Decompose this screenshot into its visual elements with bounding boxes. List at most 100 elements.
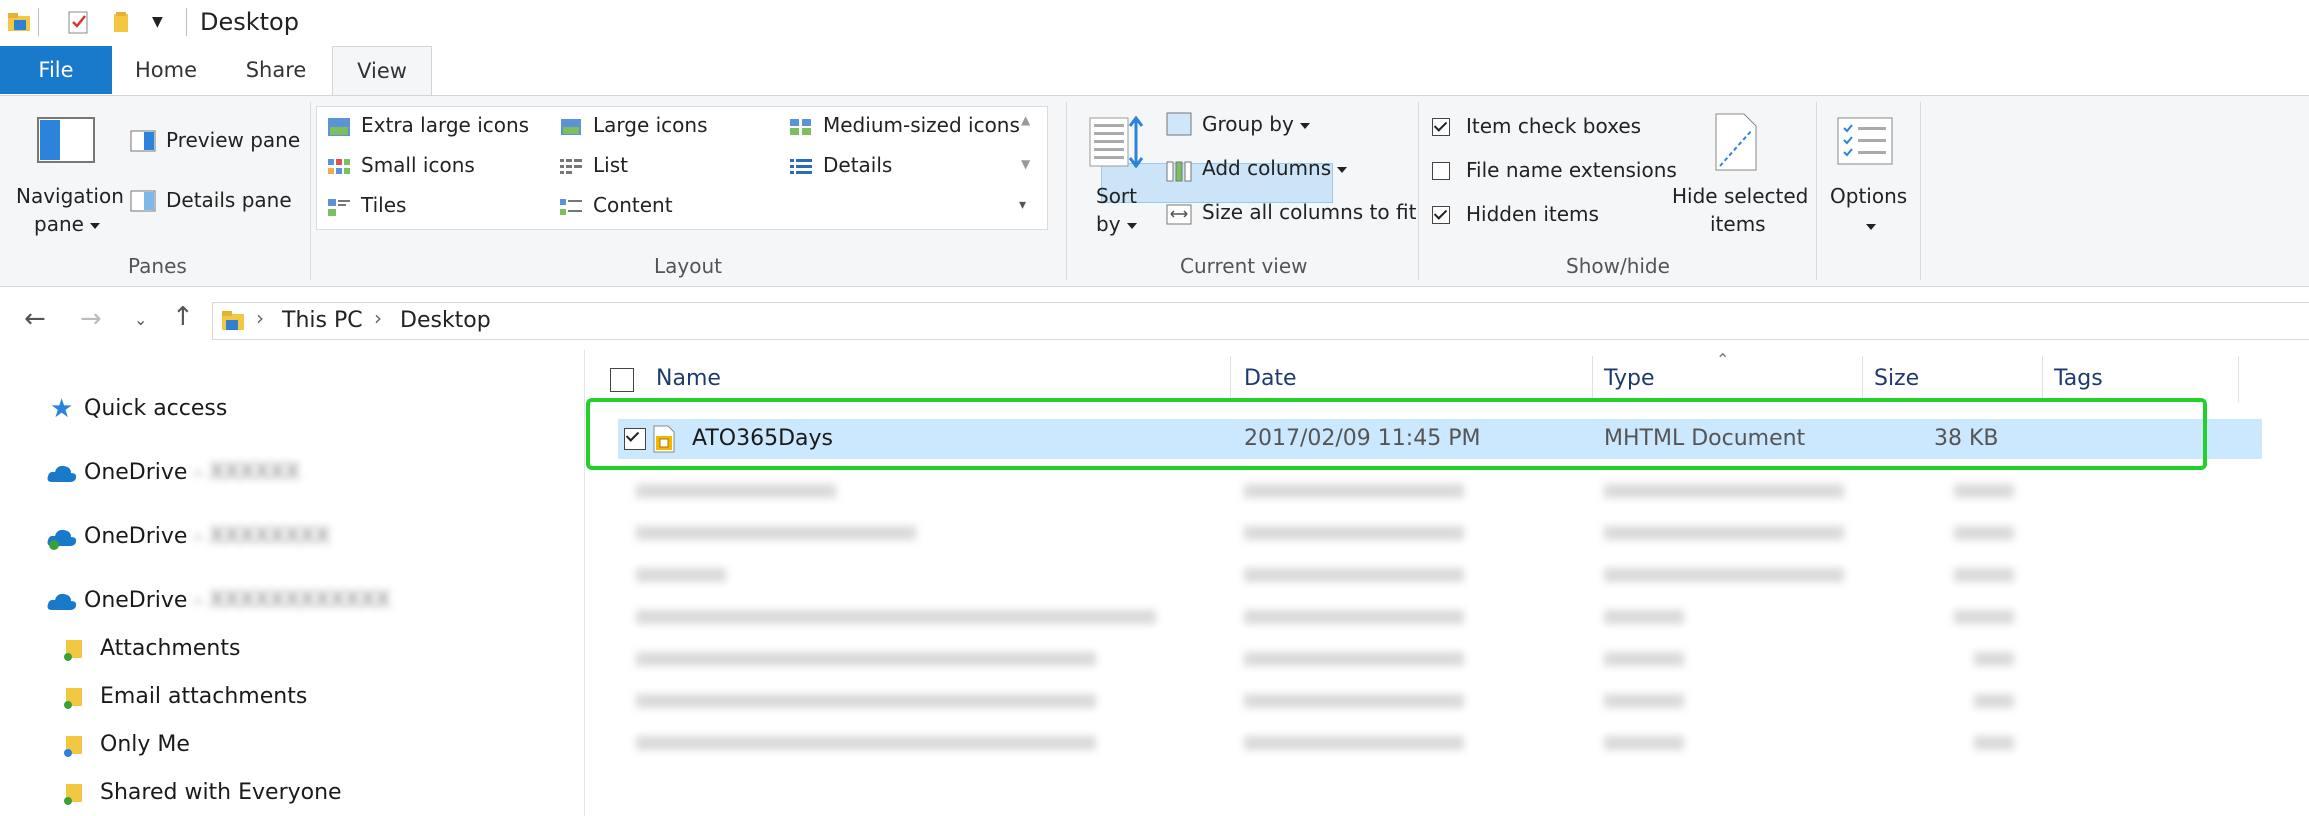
cloud-icon xyxy=(47,593,77,610)
add-columns-button[interactable]: Add columns xyxy=(1202,156,1348,180)
recent-locations-chevron-icon[interactable]: ⌄ xyxy=(134,310,147,329)
current-view-group-label: Current view xyxy=(1180,254,1308,278)
select-all-checkbox[interactable] xyxy=(610,368,634,392)
column-divider[interactable] xyxy=(1592,356,1593,402)
size-all-columns-button[interactable]: Size all columns to fit xyxy=(1202,200,1416,224)
column-header-name[interactable]: Name xyxy=(656,366,721,391)
layout-group-label: Layout xyxy=(654,254,722,278)
file-name-extensions-checkbox[interactable] xyxy=(1432,162,1450,180)
column-divider[interactable] xyxy=(1230,356,1231,402)
folder-icon xyxy=(64,784,82,805)
back-arrow-icon[interactable]: ← xyxy=(24,304,46,334)
navigation-pane-label[interactable]: pane xyxy=(34,212,100,236)
medium-icons-icon xyxy=(790,119,811,135)
nav-quick-access[interactable]: Quick access xyxy=(84,396,227,421)
address-box[interactable] xyxy=(212,302,2309,340)
sort-by-button[interactable]: Sort xyxy=(1096,184,1137,208)
list-item-redacted[interactable] xyxy=(636,518,2236,548)
hide-selected-items-button[interactable]: Hide selected xyxy=(1672,184,1808,208)
window-title: Desktop xyxy=(200,8,299,36)
small-icons-option[interactable]: Small icons xyxy=(361,153,475,177)
tiles-icon xyxy=(328,199,350,216)
list-item-redacted[interactable] xyxy=(636,476,2236,506)
properties-icon[interactable] xyxy=(66,10,92,34)
breadcrumb-this-pc[interactable]: This PC xyxy=(282,308,363,333)
options-caret-icon[interactable] xyxy=(1860,216,1876,235)
title-bar: ▼ Desktop xyxy=(0,0,2309,46)
gallery-scroll-down-icon[interactable]: ▼ xyxy=(1021,157,1030,171)
column-header-size[interactable]: Size xyxy=(1874,366,1919,391)
column-divider[interactable] xyxy=(2042,356,2043,402)
this-pc-folder-icon xyxy=(222,311,244,330)
navigation-pane-icon xyxy=(37,117,95,163)
column-header-date[interactable]: Date xyxy=(1244,366,1297,391)
list-item-redacted[interactable] xyxy=(636,728,2236,758)
highlight-frame xyxy=(586,398,2207,470)
column-divider[interactable] xyxy=(2238,356,2239,402)
list-item-redacted[interactable] xyxy=(636,644,2236,674)
options-button[interactable]: Options xyxy=(1830,184,1907,208)
list-icon xyxy=(560,159,582,174)
content-icon xyxy=(560,199,582,215)
item-check-boxes-checkbox[interactable] xyxy=(1432,118,1450,136)
list-option[interactable]: List xyxy=(593,153,628,177)
forward-arrow-icon[interactable]: → xyxy=(80,304,102,334)
preview-pane-button[interactable]: Preview pane xyxy=(166,128,300,152)
column-header-type[interactable]: Type xyxy=(1604,366,1655,391)
tab-share[interactable]: Share xyxy=(220,46,332,94)
customize-toolbar-chevron-icon[interactable]: ▼ xyxy=(152,14,163,30)
nav-email-attachments[interactable]: Email attachments xyxy=(100,684,307,709)
group-by-button[interactable]: Group by xyxy=(1202,112,1310,136)
breadcrumb-separator-icon[interactable]: › xyxy=(256,306,264,330)
details-option[interactable]: Details xyxy=(823,153,892,177)
large-icons-option[interactable]: Large icons xyxy=(593,113,708,137)
new-folder-icon[interactable] xyxy=(108,10,134,34)
list-item-redacted[interactable] xyxy=(636,560,2236,590)
folder-app-icon xyxy=(8,13,30,31)
hidden-items-checkbox[interactable] xyxy=(1432,206,1450,224)
cloud-icon xyxy=(47,529,77,550)
tab-view[interactable]: View xyxy=(332,46,432,97)
gallery-expand-icon[interactable]: ▾ xyxy=(1019,197,1026,213)
divider xyxy=(38,8,39,36)
list-item-redacted[interactable] xyxy=(636,602,2236,632)
ribbon-separator xyxy=(1920,102,1921,280)
nav-only-me[interactable]: Only Me xyxy=(100,732,190,757)
list-item-redacted[interactable] xyxy=(636,686,2236,716)
nav-onedrive-2[interactable]: OneDrive - XXXXXXXX xyxy=(84,524,330,549)
cloud-icon xyxy=(47,465,77,482)
item-check-boxes-label[interactable]: Item check boxes xyxy=(1466,114,1641,138)
tab-home[interactable]: Home xyxy=(112,46,220,94)
breadcrumb-desktop[interactable]: Desktop xyxy=(400,308,491,333)
file-name-extensions-label[interactable]: File name extensions xyxy=(1466,158,1677,182)
nav-shared-with-everyone[interactable]: Shared with Everyone xyxy=(100,780,342,805)
hidden-items-label[interactable]: Hidden items xyxy=(1466,202,1599,226)
column-divider[interactable] xyxy=(1862,356,1863,402)
details-pane-icon xyxy=(130,190,156,212)
tab-file[interactable]: File xyxy=(0,46,112,94)
up-arrow-icon[interactable]: ↑ xyxy=(172,302,194,332)
details-pane-button[interactable]: Details pane xyxy=(166,188,292,212)
extra-large-icons-option[interactable]: Extra large icons xyxy=(361,113,529,137)
column-header-tags[interactable]: Tags xyxy=(2054,366,2103,391)
options-icon xyxy=(1837,117,1893,165)
sort-ascending-icon: ⌃ xyxy=(1716,350,1730,369)
hide-selected-items-label[interactable]: items xyxy=(1710,212,1766,236)
hide-selected-items-icon xyxy=(1715,113,1757,171)
sort-by-label[interactable]: by xyxy=(1096,212,1137,236)
ribbon-separator xyxy=(1418,102,1419,280)
content-option[interactable]: Content xyxy=(593,193,673,217)
medium-icons-option[interactable]: Medium-sized icons xyxy=(823,113,1020,137)
show-hide-group-label: Show/hide xyxy=(1566,254,1670,278)
tiles-option[interactable]: Tiles xyxy=(361,193,406,217)
file-list: Name Date ⌃ Type Size Tags ATO365Days 20… xyxy=(586,350,2309,816)
star-icon: ★ xyxy=(50,394,74,424)
navigation-pane-button[interactable]: Navigation xyxy=(16,184,124,208)
breadcrumb-separator-icon[interactable]: › xyxy=(374,306,382,330)
nav-onedrive-1[interactable]: OneDrive - XXXXXX xyxy=(84,460,300,485)
gallery-scroll-up-icon[interactable]: ▲ xyxy=(1021,113,1030,127)
ribbon-tabs: File Home Share View xyxy=(0,46,2309,97)
nav-attachments[interactable]: Attachments xyxy=(100,636,240,661)
panes-group-label: Panes xyxy=(128,254,187,278)
nav-onedrive-3[interactable]: OneDrive - XXXXXXXXXXXX xyxy=(84,588,390,613)
